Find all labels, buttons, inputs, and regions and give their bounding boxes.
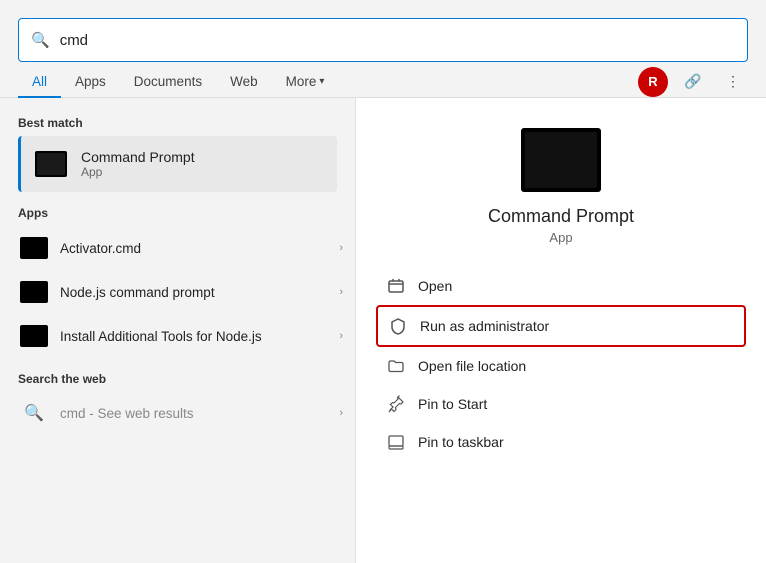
tab-web[interactable]: Web <box>216 66 272 97</box>
pin-to-taskbar-label: Pin to taskbar <box>418 434 504 450</box>
shield-icon <box>388 316 408 336</box>
activator-icon <box>18 235 50 261</box>
user-avatar[interactable]: R <box>638 67 668 97</box>
taskbar-icon <box>386 432 406 452</box>
web-label: Search the web <box>18 372 355 386</box>
tab-more[interactable]: More ▾ <box>272 66 339 97</box>
tabs-row: All Apps Documents Web More ▾ R 🔗 ⋮ <box>0 66 766 98</box>
chevron-down-icon: ▾ <box>319 76 324 87</box>
list-item[interactable]: Install Additional Tools for Node.js › <box>18 314 355 358</box>
command-prompt-large-icon <box>521 128 601 192</box>
tab-apps[interactable]: Apps <box>61 66 120 97</box>
chevron-right-icon: › <box>339 286 343 298</box>
search-icon: 🔍 <box>18 400 50 426</box>
best-match-type: App <box>81 165 325 179</box>
open-file-location-label: Open file location <box>418 358 526 374</box>
web-search-text: cmd - See web results <box>60 406 329 421</box>
more-options-icon[interactable]: ⋮ <box>718 67 748 97</box>
open-file-location-action[interactable]: Open file location <box>376 347 746 385</box>
open-icon <box>386 276 406 296</box>
run-as-admin-label: Run as administrator <box>420 318 549 334</box>
tab-documents[interactable]: Documents <box>120 66 216 97</box>
search-bar: 🔍 <box>18 18 748 62</box>
best-match-label: Best match <box>18 116 355 130</box>
nodejs-icon <box>18 279 50 305</box>
open-label: Open <box>418 278 452 294</box>
web-search-item[interactable]: 🔍 cmd - See web results › <box>18 392 355 434</box>
run-as-admin-action[interactable]: Run as administrator <box>376 305 746 347</box>
open-action[interactable]: Open <box>376 267 746 305</box>
tab-all[interactable]: All <box>18 66 61 97</box>
share-icon[interactable]: 🔗 <box>678 67 708 97</box>
search-input[interactable] <box>60 32 735 49</box>
list-item[interactable]: Activator.cmd › <box>18 226 355 270</box>
pin-icon <box>386 394 406 414</box>
command-prompt-icon <box>33 146 69 182</box>
folder-icon <box>386 356 406 376</box>
apps-label: Apps <box>18 206 355 220</box>
web-section: Search the web 🔍 cmd - See web results › <box>18 372 355 434</box>
chevron-right-icon: › <box>339 330 343 342</box>
main-content: Best match Command Prompt App Apps Activ… <box>0 98 766 563</box>
detail-type: App <box>549 230 572 245</box>
app-name: Node.js command prompt <box>60 285 329 300</box>
pin-to-taskbar-action[interactable]: Pin to taskbar <box>376 423 746 461</box>
detail-name: Command Prompt <box>488 206 634 227</box>
app-name: Install Additional Tools for Node.js <box>60 329 329 344</box>
app-name: Activator.cmd <box>60 241 329 256</box>
search-icon: 🔍 <box>31 31 50 49</box>
right-panel: Command Prompt App Open <box>355 98 766 563</box>
apps-section: Apps Activator.cmd › Node.js command pro… <box>18 206 355 358</box>
action-list: Open Run as administrator <box>356 267 766 461</box>
chevron-right-icon: › <box>339 242 343 254</box>
pin-to-start-action[interactable]: Pin to Start <box>376 385 746 423</box>
tabs-right-icons: R 🔗 ⋮ <box>638 67 748 97</box>
pin-to-start-label: Pin to Start <box>418 396 487 412</box>
left-panel: Best match Command Prompt App Apps Activ… <box>0 98 355 563</box>
best-match-item[interactable]: Command Prompt App <box>18 136 337 192</box>
search-panel: 🔍 All Apps Documents Web More ▾ R 🔗 ⋮ <box>0 0 766 563</box>
list-item[interactable]: Node.js command prompt › <box>18 270 355 314</box>
nodejs-tools-icon <box>18 323 50 349</box>
best-match-name: Command Prompt <box>81 149 325 165</box>
chevron-right-icon: › <box>339 407 343 419</box>
